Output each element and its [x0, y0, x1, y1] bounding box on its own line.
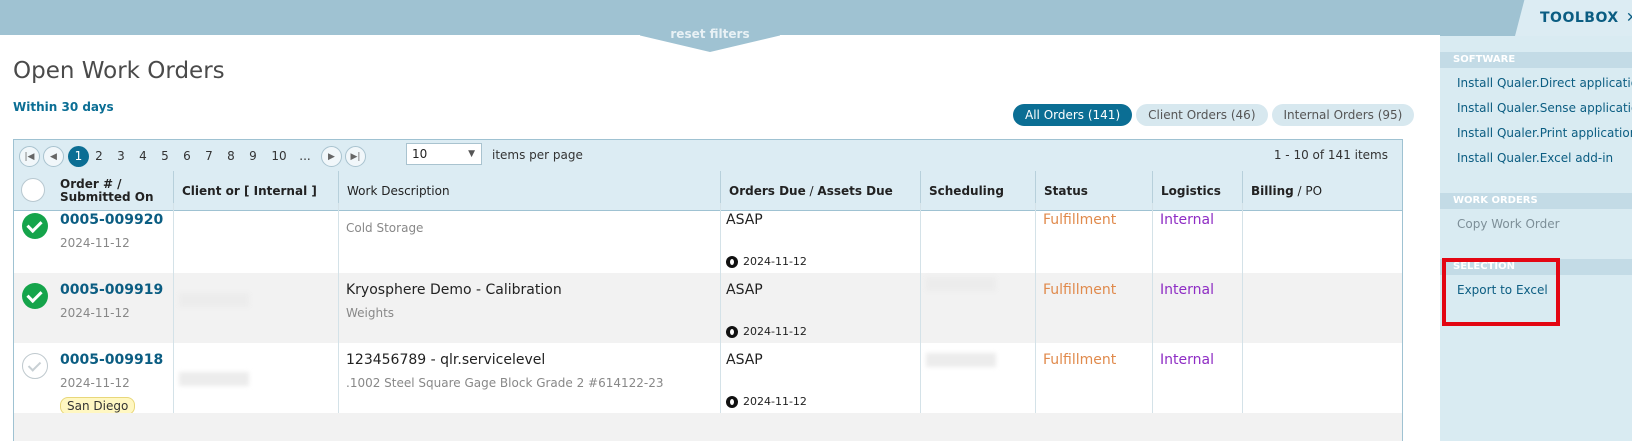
billing-cell	[1242, 273, 1402, 343]
page-title: Open Work Orders	[13, 58, 225, 84]
table-row[interactable]: 0005-009919 2024-11-12 Kryosphere Demo -…	[14, 273, 1402, 343]
page-size-label: items per page	[492, 148, 583, 162]
page-size-select[interactable]: 10 ▼	[406, 143, 482, 165]
assets-due-date: 2024-11-12	[743, 255, 807, 268]
work-orders-grid: |◀ ◀ 1 2 3 4 5 6 7 8 9 10 ... ▶ ▶| 10 ▼ …	[13, 139, 1403, 441]
submitted-date: 2024-11-12	[60, 236, 130, 250]
install-qualer-print-link[interactable]: Install Qualer.Print application	[1457, 126, 1632, 140]
table-row[interactable]	[14, 413, 1402, 441]
redacted-scheduling	[926, 353, 996, 367]
table-row[interactable]: 0005-009918 2024-11-12 San Diego 1234567…	[14, 343, 1402, 415]
assets-due: 2024-11-12	[726, 255, 807, 268]
order-number-link[interactable]: 0005-009920	[60, 212, 163, 228]
orders-due: ASAP	[726, 212, 763, 228]
highlight-box	[1442, 258, 1560, 326]
toolbox-title[interactable]: TOOLBOX	[1540, 10, 1619, 26]
row-checkbox-checked[interactable]	[22, 213, 48, 239]
flame-icon	[726, 395, 738, 408]
submitted-date: 2024-11-12	[60, 306, 130, 320]
column-billing-label: Billing	[1251, 183, 1294, 198]
order-number-link[interactable]: 0005-009919	[60, 282, 163, 298]
order-filter-tabs: All Orders (141) Client Orders (46) Inte…	[1013, 104, 1415, 126]
status-label: Fulfillment	[1043, 352, 1117, 368]
install-qualer-direct-link[interactable]: Install Qualer.Direct application	[1457, 76, 1632, 90]
billing-cell	[1242, 343, 1402, 413]
page-7[interactable]: 7	[199, 146, 219, 167]
description-cell	[338, 203, 720, 273]
assets-due-date: 2024-11-12	[743, 325, 807, 338]
close-icon[interactable]: ✕	[1626, 10, 1632, 26]
status-label: Fulfillment	[1043, 282, 1117, 298]
assets-due: 2024-11-12	[726, 325, 807, 338]
first-page-button[interactable]: |◀	[19, 146, 40, 167]
page-size-value: 10	[412, 147, 428, 161]
toolbox-section-software: SOFTWARE	[1440, 52, 1632, 68]
page-4[interactable]: 4	[133, 146, 153, 167]
install-qualer-excel-link[interactable]: Install Qualer.Excel add-in	[1457, 151, 1613, 165]
chevron-down-icon: ▼	[468, 149, 475, 159]
page-6[interactable]: 6	[177, 146, 197, 167]
toolbox-panel: TOOLBOX ✕ SOFTWARE Install Qualer.Direct…	[1440, 0, 1632, 441]
status-label: Fulfillment	[1043, 212, 1117, 228]
tab-client-orders[interactable]: Client Orders (46)	[1136, 104, 1268, 126]
client-cell	[173, 203, 338, 273]
description-subtitle: Weights	[346, 306, 395, 320]
column-order-line1: Order # /	[60, 176, 122, 191]
next-page-button[interactable]: ▶	[321, 146, 342, 167]
description-subtitle: Cold Storage	[346, 221, 424, 235]
page-1[interactable]: 1	[68, 146, 89, 167]
orders-due: ASAP	[726, 282, 763, 298]
assets-due: 2024-11-12	[726, 395, 807, 408]
page-10[interactable]: 10	[267, 146, 291, 167]
page-8[interactable]: 8	[221, 146, 241, 167]
page-5[interactable]: 5	[155, 146, 175, 167]
column-billing-separator: /	[1293, 183, 1306, 198]
column-po-label: PO	[1305, 183, 1323, 198]
billing-cell	[1242, 203, 1402, 273]
install-qualer-sense-link[interactable]: Install Qualer.Sense application	[1457, 101, 1632, 115]
pager: |◀ ◀ 1 2 3 4 5 6 7 8 9 10 ... ▶ ▶| 10 ▼ …	[14, 140, 1402, 172]
description-title: 123456789 - qlr.servicelevel	[346, 352, 546, 368]
assets-due-date: 2024-11-12	[743, 395, 807, 408]
orders-due: ASAP	[726, 352, 763, 368]
logistics-label: Internal	[1160, 282, 1214, 298]
column-order-line2: Submitted On	[60, 189, 154, 204]
redacted-scheduling	[926, 277, 996, 291]
page-3[interactable]: 3	[111, 146, 131, 167]
client-cell	[173, 273, 338, 343]
redacted-client	[179, 372, 249, 386]
page-2[interactable]: 2	[89, 146, 109, 167]
flame-icon	[726, 325, 738, 338]
select-all-checkbox[interactable]	[21, 178, 45, 202]
date-range-link[interactable]: Within 30 days	[13, 100, 114, 114]
row-checkbox-checked[interactable]	[22, 283, 48, 309]
last-page-button[interactable]: ▶|	[345, 146, 366, 167]
order-number-link[interactable]: 0005-009918	[60, 352, 163, 368]
description-title: Kryosphere Demo - Calibration	[346, 282, 562, 298]
scheduling-cell	[920, 203, 1035, 273]
tab-internal-orders[interactable]: Internal Orders (95)	[1271, 104, 1415, 126]
tab-all-orders[interactable]: All Orders (141)	[1013, 104, 1133, 126]
page-more[interactable]: ...	[295, 146, 315, 167]
column-orders-due: Orders Due	[729, 183, 806, 198]
redacted-client	[179, 293, 249, 307]
reset-filters-button[interactable]: reset filters	[640, 27, 780, 41]
flame-icon	[726, 255, 738, 268]
column-due-separator: /	[805, 183, 818, 198]
logistics-label: Internal	[1160, 212, 1214, 228]
table-row[interactable]: 0005-009920 2024-11-12 Cold Storage ASAP…	[14, 203, 1402, 273]
prev-page-button[interactable]: ◀	[43, 146, 64, 167]
row-checkbox[interactable]	[22, 353, 48, 379]
copy-work-order-link[interactable]: Copy Work Order	[1457, 217, 1560, 231]
page-9[interactable]: 9	[243, 146, 263, 167]
pager-summary: 1 - 10 of 141 items	[1273, 148, 1388, 162]
toolbox-section-work-orders: WORK ORDERS	[1440, 193, 1632, 209]
column-assets-due: Assets Due	[817, 183, 893, 198]
logistics-label: Internal	[1160, 352, 1214, 368]
description-subtitle: .1002 Steel Square Gage Block Grade 2 #6…	[346, 376, 664, 390]
submitted-date: 2024-11-12	[60, 376, 130, 390]
